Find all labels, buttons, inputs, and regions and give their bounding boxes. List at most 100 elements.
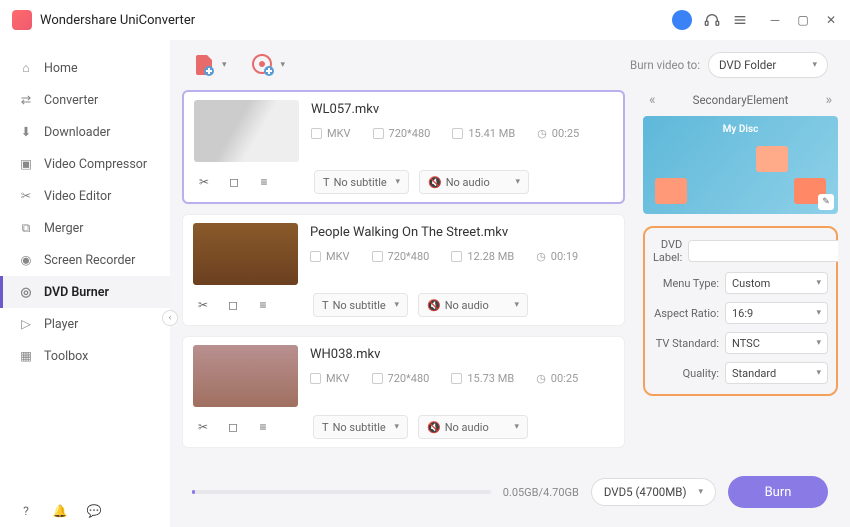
- trim-button[interactable]: ✂: [193, 295, 213, 315]
- tv-standard-select[interactable]: NTSC▾: [725, 332, 828, 354]
- dvd-burner-icon: ◎: [18, 284, 34, 300]
- collapse-sidebar-button[interactable]: ‹: [162, 310, 178, 326]
- sidebar-item-compressor[interactable]: ▣Video Compressor: [0, 148, 170, 180]
- subtitle-select[interactable]: TNo subtitle▾: [313, 293, 408, 317]
- feedback-icon[interactable]: 💬: [86, 503, 102, 519]
- minimize-button[interactable]: ─: [768, 13, 782, 27]
- burn-to-select[interactable]: DVD Folder ▾: [708, 52, 828, 78]
- quality-select[interactable]: Standard▾: [725, 362, 828, 384]
- help-icon[interactable]: ?: [18, 503, 34, 519]
- format-icon: [310, 251, 321, 262]
- crop-button[interactable]: ◻: [223, 417, 243, 437]
- sidebar-item-home[interactable]: ⌂Home: [0, 52, 170, 84]
- subtitle-select[interactable]: TNo subtitle▾: [314, 170, 409, 194]
- sidebar-item-label: Player: [44, 317, 78, 332]
- crop-button[interactable]: ◻: [224, 172, 244, 192]
- sidebar-item-label: Converter: [44, 93, 98, 108]
- resolution-icon: [373, 128, 384, 139]
- add-disc-button[interactable]: [251, 53, 275, 77]
- subtitle-icon: T: [322, 299, 329, 312]
- file-resolution: 720*480: [389, 127, 431, 140]
- sidebar-item-label: Downloader: [44, 125, 111, 140]
- file-list: WL057.mkv MKV 720*480 15.41 MB ◷00:25 ✂ …: [182, 90, 629, 467]
- next-template-button[interactable]: »: [825, 92, 832, 108]
- file-format: MKV: [327, 127, 351, 140]
- audio-icon: 🔇: [427, 299, 441, 312]
- file-card[interactable]: People Walking On The Street.mkv MKV 720…: [182, 214, 625, 326]
- player-icon: ▷: [18, 316, 34, 332]
- merger-icon: ⧉: [18, 220, 34, 236]
- user-avatar[interactable]: [672, 10, 692, 30]
- effects-button[interactable]: ≡: [253, 295, 273, 315]
- sidebar-item-editor[interactable]: ✂ Video Editor: [0, 180, 170, 212]
- subtitle-icon: T: [323, 176, 330, 189]
- bell-icon[interactable]: 🔔: [52, 503, 68, 519]
- burn-to-value: DVD Folder: [719, 58, 776, 72]
- format-icon: [310, 373, 321, 384]
- trim-button[interactable]: ✂: [193, 417, 213, 437]
- headset-icon[interactable]: [704, 12, 720, 28]
- file-title: WL057.mkv: [311, 102, 613, 117]
- file-format: MKV: [326, 372, 350, 385]
- format-icon: [311, 128, 322, 139]
- sidebar-item-downloader[interactable]: ⬇Downloader: [0, 116, 170, 148]
- disc-usage-label: 0.05GB/4.70GB: [503, 486, 579, 499]
- sidebar-item-dvd-burner[interactable]: ◎DVD Burner: [0, 276, 170, 308]
- sidebar-item-label: Video Editor: [44, 189, 111, 204]
- add-file-caret[interactable]: ▾: [222, 60, 227, 70]
- dvd-label-label: DVD Label:: [653, 238, 682, 264]
- menu-icon[interactable]: [732, 12, 748, 28]
- thumbnail[interactable]: [193, 223, 298, 285]
- aspect-ratio-label: Aspect Ratio:: [653, 307, 719, 320]
- add-file-button[interactable]: [192, 53, 216, 77]
- home-icon: ⌂: [18, 60, 34, 76]
- aspect-ratio-select[interactable]: 16:9▾: [725, 302, 828, 324]
- thumbnail[interactable]: [193, 345, 298, 407]
- burn-to-label: Burn video to:: [630, 58, 700, 72]
- file-format: MKV: [326, 250, 350, 263]
- thumbnail[interactable]: [194, 100, 299, 162]
- dvd-label-input[interactable]: [688, 240, 838, 262]
- effects-button[interactable]: ≡: [253, 417, 273, 437]
- trim-button[interactable]: ✂: [194, 172, 214, 192]
- close-button[interactable]: ✕: [824, 13, 838, 27]
- file-resolution: 720*480: [388, 250, 430, 263]
- audio-icon: 🔇: [427, 421, 441, 434]
- subtitle-select[interactable]: TNo subtitle▾: [313, 415, 408, 439]
- sidebar-item-recorder[interactable]: ◉Screen Recorder: [0, 244, 170, 276]
- disc-usage-bar: [192, 490, 491, 494]
- prev-template-button[interactable]: «: [649, 92, 656, 108]
- file-title: WH038.mkv: [310, 347, 614, 362]
- template-preview[interactable]: ✎: [643, 116, 838, 214]
- size-icon: [451, 251, 462, 262]
- file-duration: 00:19: [551, 250, 578, 263]
- disc-type-select[interactable]: DVD5 (4700MB)▾: [591, 478, 716, 506]
- add-disc-caret[interactable]: ▾: [281, 60, 286, 70]
- audio-select[interactable]: 🔇No audio▾: [419, 170, 529, 194]
- toolbar: ▾ ▾ Burn video to: DVD Folder ▾: [182, 40, 838, 90]
- sidebar-item-toolbox[interactable]: ▦Toolbox: [0, 340, 170, 372]
- titlebar: Wondershare UniConverter ─ ▢ ✕: [0, 0, 850, 40]
- sidebar-item-merger[interactable]: ⧉Merger: [0, 212, 170, 244]
- converter-icon: ⇄: [18, 92, 34, 108]
- effects-button[interactable]: ≡: [254, 172, 274, 192]
- duration-icon: ◷: [536, 372, 546, 385]
- menu-type-select[interactable]: Custom▾: [725, 272, 828, 294]
- file-duration: 00:25: [551, 372, 578, 385]
- burn-button[interactable]: Burn: [728, 476, 828, 508]
- audio-select[interactable]: 🔇No audio▾: [418, 415, 528, 439]
- file-size: 15.41 MB: [468, 127, 515, 140]
- sidebar-item-label: Screen Recorder: [44, 253, 135, 268]
- file-card[interactable]: WL057.mkv MKV 720*480 15.41 MB ◷00:25 ✂ …: [182, 90, 625, 204]
- sidebar-item-player[interactable]: ▷ Player: [0, 308, 170, 340]
- crop-button[interactable]: ◻: [223, 295, 243, 315]
- editor-icon: ✂: [18, 188, 34, 204]
- file-card[interactable]: WH038.mkv MKV 720*480 15.73 MB ◷00:25 ✂ …: [182, 336, 625, 448]
- sidebar-item-label: Video Compressor: [44, 157, 147, 172]
- edit-template-button[interactable]: ✎: [818, 194, 834, 210]
- toolbox-icon: ▦: [18, 348, 34, 364]
- sidebar-item-converter[interactable]: ⇄ Converter: [0, 84, 170, 116]
- maximize-button[interactable]: ▢: [796, 13, 810, 27]
- audio-select[interactable]: 🔇No audio▾: [418, 293, 528, 317]
- file-duration: 00:25: [552, 127, 579, 140]
